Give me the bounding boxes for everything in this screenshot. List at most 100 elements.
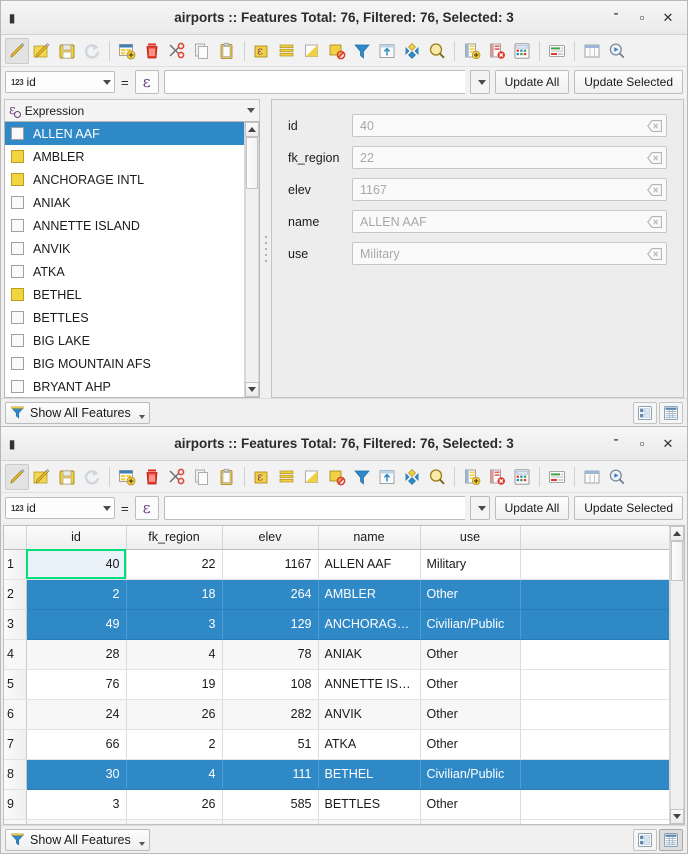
table-row-number[interactable]: 9 [4,789,27,820]
table-row[interactable]: 8 30 4 111 BETHEL Civilian/Public [4,759,669,790]
actions-icon[interactable] [605,38,629,64]
feature-checkbox[interactable] [11,219,24,232]
switch-to-table-view-button[interactable] [659,828,683,851]
feature-list-item[interactable]: ANNETTE ISLAND [5,214,244,237]
toggle-editing-icon[interactable] [5,37,29,64]
zoom-map-to-selected-icon[interactable] [425,464,449,490]
clear-field-icon[interactable] [647,247,662,260]
table-row-number[interactable]: 8 [4,759,27,790]
feature-checkbox[interactable] [11,380,24,393]
table-row-number[interactable]: 4 [4,639,27,670]
feature-list-item[interactable]: ALLEN AAF [5,122,244,145]
maximize-button[interactable]: ▫ [629,6,655,30]
table-corner-header[interactable] [4,526,27,550]
table-cell-elev[interactable]: 51 [222,729,319,760]
attribute-field-input[interactable]: ALLEN AAF [352,210,667,233]
table-cell-fk_region[interactable]: 2 [126,729,223,760]
feature-checkbox[interactable] [11,242,24,255]
table-cell-name[interactable]: ALLEN AAF [318,549,421,580]
table-row-number[interactable]: 2 [4,579,27,610]
table-column-header[interactable]: use [420,526,521,550]
table-cell-name[interactable]: BETHEL [318,759,421,790]
zoom-map-to-selected-icon[interactable] [425,38,449,64]
table-cell-use[interactable]: Other [420,819,521,824]
pane-splitter[interactable] [263,99,268,398]
scroll-up-arrow-icon[interactable] [670,526,684,541]
window-menu-icon[interactable]: ▮ [1,11,23,25]
invert-selection-icon[interactable] [300,464,324,490]
feature-checkbox[interactable] [11,127,24,140]
scroll-down-arrow-icon[interactable] [670,809,684,824]
delete-field-icon[interactable] [485,464,509,490]
table-cell-fk_region[interactable]: 4 [126,759,223,790]
attribute-table-scroll[interactable]: id fk_region elev name use 1 40 22 1167 ALLEN AA… [4,526,669,824]
table-cell-use[interactable]: Other [420,639,521,670]
select-all-icon[interactable] [275,464,299,490]
table-cell-elev[interactable]: 129 [222,609,319,640]
table-cell-name[interactable]: ANVIK [318,699,421,730]
feature-checkbox[interactable] [11,357,24,370]
filter-expression-icon[interactable] [350,464,374,490]
table-cell-fk_region[interactable]: 15 [126,819,223,824]
update-selected-button[interactable]: Update Selected [574,496,683,520]
filter-expression-icon[interactable] [350,38,374,64]
table-cell-use[interactable]: Other [420,729,521,760]
table-cell-name[interactable]: BETTLES [318,789,421,820]
feature-checkbox[interactable] [11,265,24,278]
table-cell-fk_region[interactable]: 4 [126,639,223,670]
feature-checkbox[interactable] [11,150,24,163]
save-layer-edits-icon[interactable] [55,464,79,490]
select-by-expression-icon[interactable]: ε [250,464,274,490]
table-row-number[interactable]: 6 [4,699,27,730]
move-selection-to-top-icon[interactable] [375,38,399,64]
expression-builder-button[interactable]: ε [134,70,159,94]
cut-features-icon[interactable] [165,464,189,490]
table-cell-name[interactable]: BIG LAKE [318,819,421,824]
table-cell-fk_region[interactable]: 18 [126,579,223,610]
close-button[interactable]: ✕ [655,6,681,30]
clear-field-icon[interactable] [647,119,662,132]
table-cell-use[interactable]: Civilian/Public [420,609,521,640]
new-field-icon[interactable] [460,38,484,64]
table-row[interactable]: 6 24 26 282 ANVIK Other [4,699,669,730]
table-cell-id[interactable]: 40 [26,549,127,580]
switch-to-table-view-button[interactable] [659,401,683,424]
attribute-table-scrollbar[interactable] [669,526,684,824]
table-cell-id[interactable]: 24 [26,699,127,730]
table-cell-elev[interactable]: 282 [222,699,319,730]
new-field-icon[interactable] [460,464,484,490]
deselect-all-icon[interactable] [325,464,349,490]
feature-list-item[interactable]: ANIAK [5,191,244,214]
table-cell-id[interactable]: 2 [26,579,127,610]
attribute-field-input[interactable]: 22 [352,146,667,169]
table-row[interactable]: 3 49 3 129 ANCHORAGE… Civilian/Public [4,609,669,640]
feature-list-item[interactable]: BRYANT AHP [5,375,244,397]
feature-list-expression-header[interactable]: ε Expression [4,99,260,121]
table-cell-use[interactable]: Other [420,579,521,610]
expression-history-dropdown[interactable] [469,496,490,520]
table-cell-id[interactable]: 66 [26,729,127,760]
table-cell-use[interactable]: Military [420,549,521,580]
pan-map-to-selected-icon[interactable] [400,464,424,490]
copy-features-icon[interactable] [190,38,214,64]
update-all-button[interactable]: Update All [494,70,570,94]
table-row[interactable]: 4 28 4 78 ANIAK Other [4,639,669,670]
invert-selection-icon[interactable] [300,38,324,64]
chevron-down-icon[interactable] [247,108,255,113]
feature-list-scrollbar[interactable] [244,122,259,397]
organize-columns-icon[interactable] [580,464,604,490]
maximize-button[interactable]: ▫ [629,432,655,456]
table-cell-fk_region[interactable]: 22 [126,549,223,580]
table-cell-fk_region[interactable]: 3 [126,609,223,640]
feature-checkbox[interactable] [11,196,24,209]
table-cell-name[interactable]: ATKA [318,729,421,760]
deselect-all-icon[interactable] [325,38,349,64]
scrollbar-thumb[interactable] [671,541,683,581]
delete-selected-icon[interactable] [140,38,164,64]
feature-checkbox[interactable] [11,334,24,347]
reload-table-icon[interactable] [80,464,104,490]
table-row[interactable]: 2 2 18 264 AMBLER Other [4,579,669,610]
update-selected-button[interactable]: Update Selected [574,70,683,94]
table-cell-name[interactable]: ANCHORAGE… [318,609,421,640]
table-row-number[interactable]: 3 [4,609,27,640]
